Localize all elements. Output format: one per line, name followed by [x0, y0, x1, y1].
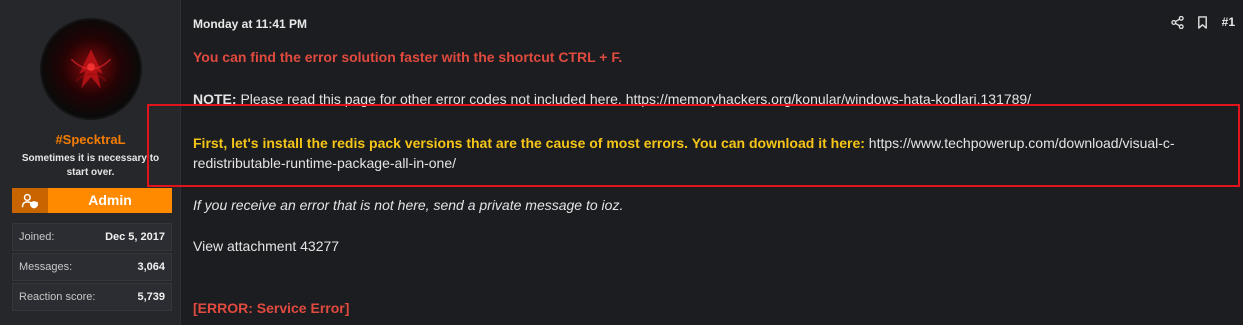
attachment-link[interactable]: View attachment 43277: [193, 238, 339, 254]
banner-label: Admin: [88, 192, 132, 208]
avatar-image: [70, 49, 112, 89]
user-stats: Joined: Dec 5, 2017 Messages: 3,064 Reac…: [12, 223, 172, 313]
post-number[interactable]: #1: [1222, 15, 1235, 29]
stat-value[interactable]: 5,739: [137, 291, 165, 303]
redis-pack-line: First, let's install the redis pack vers…: [193, 133, 1239, 173]
redis-pack-text: First, let's install the redis pack vers…: [193, 135, 865, 151]
stat-value: Dec 5, 2017: [105, 231, 165, 243]
bookmark-icon[interactable]: [1196, 15, 1210, 29]
post-actions: #1: [1160, 15, 1235, 29]
message-area: Monday at 11:41 PM #1 You can find the e…: [147, 0, 1243, 325]
stat-label: Messages:: [19, 261, 73, 273]
error-message: [ERROR: Service Error]: [193, 300, 350, 316]
stat-label: Reaction score:: [19, 291, 96, 303]
user-shield-icon: [12, 188, 48, 213]
post-date[interactable]: Monday at 11:41 PM: [193, 17, 307, 31]
stat-label: Joined:: [19, 231, 55, 243]
private-message-line: If you receive an error that is not here…: [193, 197, 624, 213]
stat-reaction-score: Reaction score: 5,739: [12, 283, 172, 311]
user-title: Sometimes it is necessary to start over.: [21, 153, 160, 178]
intro-line: You can find the error solution faster w…: [193, 49, 623, 65]
forum-post: #SpecktraL Sometimes it is necessary to …: [0, 0, 1243, 325]
stat-value[interactable]: 3,064: [137, 261, 165, 273]
avatar[interactable]: [40, 18, 142, 120]
stat-joined: Joined: Dec 5, 2017: [12, 223, 172, 251]
user-banner: Admin: [12, 188, 172, 213]
share-icon[interactable]: [1171, 15, 1185, 29]
stat-messages: Messages: 3,064: [12, 253, 172, 281]
